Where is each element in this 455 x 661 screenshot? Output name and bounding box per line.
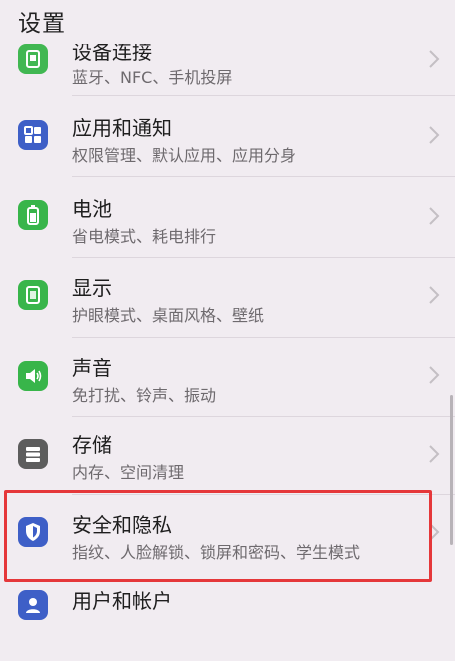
settings-item-label: 安全和隐私 xyxy=(72,513,172,537)
settings-item-label: 声音 xyxy=(72,356,112,380)
page-title: 设置 xyxy=(18,11,66,37)
chevron-right-icon xyxy=(427,205,441,227)
storage-icon xyxy=(18,439,48,469)
chevron-right-icon xyxy=(427,124,441,146)
speaker-icon xyxy=(18,361,48,391)
settings-item-sound[interactable]: 声音 免打扰、铃声、振动 xyxy=(0,338,455,417)
settings-item-subtitle: 内存、空间清理 xyxy=(72,463,185,482)
settings-item-label: 显示 xyxy=(72,276,112,300)
display-icon xyxy=(18,280,48,310)
settings-item-users-accounts[interactable]: 用户和帐户 xyxy=(0,582,455,661)
user-icon xyxy=(18,590,48,620)
settings-item-apps-notifications[interactable]: 应用和通知 权限管理、默认应用、应用分身 xyxy=(0,96,455,175)
settings-item-subtitle: 护眼模式、桌面风格、壁纸 xyxy=(72,306,265,325)
settings-item-subtitle: 省电模式、耗电排行 xyxy=(72,227,217,246)
settings-item-storage[interactable]: 存储 内存、空间清理 xyxy=(0,417,455,496)
chevron-right-icon xyxy=(427,521,441,543)
page-header: 设置 xyxy=(0,0,455,44)
settings-item-label: 应用和通知 xyxy=(72,116,172,140)
device-connection-icon xyxy=(18,44,48,74)
chevron-right-icon xyxy=(427,443,441,465)
settings-list: 设备连接 蓝牙、NFC、手机投屏 应用和通知 权限管理、默认应用、应用分身 电池… xyxy=(0,0,455,620)
settings-item-display[interactable]: 显示 护眼模式、桌面风格、壁纸 xyxy=(0,258,455,337)
settings-item-subtitle: 免打扰、铃声、振动 xyxy=(72,386,217,405)
settings-item-subtitle: 权限管理、默认应用、应用分身 xyxy=(72,146,297,165)
settings-item-label: 存储 xyxy=(72,433,112,457)
scrollbar[interactable] xyxy=(450,395,453,545)
settings-item-label: 用户和帐户 xyxy=(72,589,172,613)
chevron-right-icon xyxy=(427,284,441,306)
chevron-right-icon xyxy=(427,48,441,70)
settings-item-subtitle: 指纹、人脸解锁、锁屏和密码、学生模式 xyxy=(72,543,361,562)
shield-icon xyxy=(18,517,48,547)
chevron-right-icon xyxy=(427,364,441,386)
settings-item-label: 电池 xyxy=(72,197,112,221)
settings-item-battery[interactable]: 电池 省电模式、耗电排行 xyxy=(0,177,455,256)
settings-item-subtitle: 蓝牙、NFC、手机投屏 xyxy=(72,68,233,87)
apps-grid-icon xyxy=(18,120,48,150)
battery-icon xyxy=(18,200,48,230)
settings-item-security-privacy[interactable]: 安全和隐私 指纹、人脸解锁、锁屏和密码、学生模式 xyxy=(0,495,455,574)
